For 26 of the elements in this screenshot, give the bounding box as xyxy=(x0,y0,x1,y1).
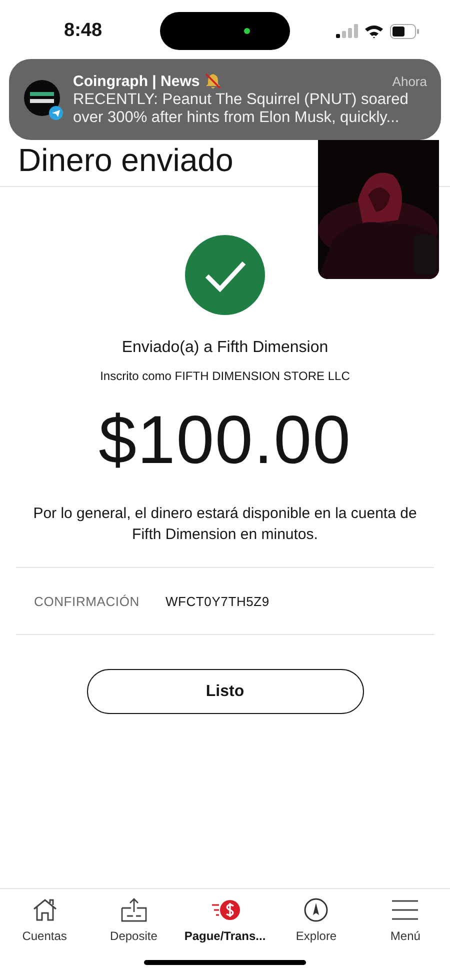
page-title: Dinero enviado xyxy=(18,142,234,178)
notification-message: RECENTLY: Peanut The Squirrel (PNUT) soared over 300% after hints from Elon Musk, quickly... xyxy=(73,91,410,127)
done-button[interactable]: Listo xyxy=(86,669,364,714)
confirmation-label: CONFIRMACIÓN xyxy=(34,594,140,608)
status-time: 8:48 xyxy=(64,20,102,42)
availability-note: Por lo general, el dinero estará disponible en la cuenta de Fifth Dimension en minutos. xyxy=(32,504,418,545)
wifi-icon xyxy=(364,24,384,38)
recipient-text: Enviado(a) a Fifth Dimension xyxy=(122,339,328,357)
notification-time: Ahora xyxy=(392,74,427,88)
battery-icon xyxy=(390,24,420,38)
signal-icon xyxy=(336,24,358,38)
checkmark-icon xyxy=(185,235,265,315)
muted-bell-icon xyxy=(204,72,222,90)
tab-bar-item[interactable]: Explore xyxy=(272,889,361,975)
amount-text: $100.00 xyxy=(98,401,352,479)
app-logo-icon xyxy=(23,80,63,120)
tab-bar-item[interactable]: Cuentas xyxy=(0,889,90,975)
tab-bar-item[interactable]: Deposite xyxy=(89,889,178,975)
camera-indicator xyxy=(244,28,250,34)
tab-bar-item[interactable]: Menú xyxy=(360,889,450,975)
deposit-icon xyxy=(118,897,149,923)
payment-icon xyxy=(210,897,240,923)
enrolled-name-text: Inscrito como FIFTH DIMENSION STORE LLC xyxy=(100,369,350,383)
notification-banner[interactable]: Coingraph | News Ahora RECENTLY: Peanut The Squirrel (PNUT) soared over 300% after hints from Elon Musk, quickly... xyxy=(9,59,441,140)
notification-app-name: Coingraph | News xyxy=(73,72,200,90)
confirmation-code: WFCT0Y7TH5Z9 xyxy=(165,594,270,608)
